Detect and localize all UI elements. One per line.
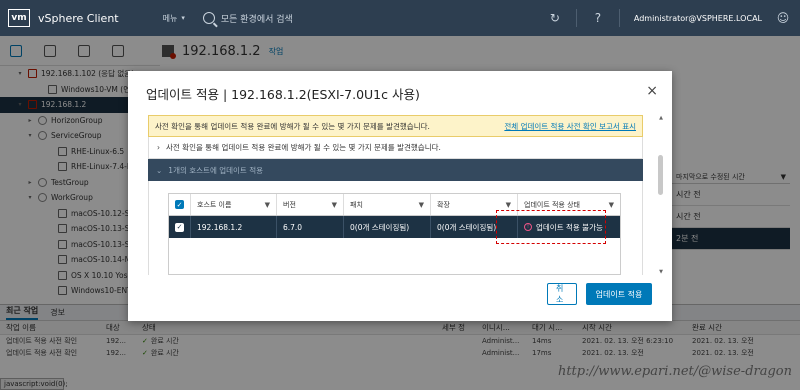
section-label: 1개의 호스트에 업데이트 적용 [168, 165, 264, 175]
patch-cell: 0(0개 스테이징됨) [344, 216, 431, 238]
chevron-down-icon: ⌄ [156, 165, 163, 175]
remediate-dialog: 업데이트 적용 | 192.168.1.2(ESXI-7.0U1c 사용) × … [128, 71, 672, 321]
precheck-issues-section[interactable]: › 사전 확인을 통해 업데이트 적용 완료에 방해가 될 수 있는 몇 가지 … [148, 137, 643, 159]
search-icon [202, 12, 215, 24]
vmware-logo: vm [8, 9, 30, 27]
column-header[interactable]: 패치 ▼ [344, 194, 431, 215]
scrollbar[interactable]: ▲ ▼ [657, 115, 665, 275]
divider [618, 9, 620, 27]
menu-button[interactable]: 메뉴 [163, 13, 178, 24]
app-title: vSphere Client [38, 11, 119, 25]
dialog-title: 업데이트 적용 | 192.168.1.2(ESXI-7.0U1c 사용) [146, 87, 420, 102]
filter-icon[interactable]: ▼ [265, 201, 270, 209]
search-placeholder: 모든 환경에서 검색 [220, 14, 293, 25]
version-cell: 6.7.0 [277, 216, 344, 238]
divider [575, 9, 577, 27]
hosts-section[interactable]: ⌄ 1개의 호스트에 업데이트 적용 [148, 159, 643, 181]
top-bar: vm vSphere Client 메뉴 ▾ 모든 환경에서 검색 ↻ ? Ad… [0, 0, 800, 36]
user-icon[interactable]: ☺ [776, 11, 790, 25]
close-icon[interactable]: × [646, 83, 658, 99]
help-icon[interactable]: ? [591, 11, 605, 25]
remediate-button[interactable]: 업데이트 적용 [586, 283, 652, 305]
filter-icon[interactable]: ▼ [332, 201, 337, 209]
select-all-checkbox[interactable]: ✓ [169, 194, 191, 215]
column-header[interactable]: 호스트 이름 ▼ [191, 194, 277, 215]
row-checkbox[interactable]: ✓ [169, 216, 191, 238]
dialog-footer: 취소 업데이트 적용 [547, 283, 652, 305]
global-search[interactable]: 모든 환경에서 검색 [202, 12, 293, 25]
user-menu[interactable]: Administrator@VSPHERE.LOCAL [634, 14, 762, 23]
refresh-icon[interactable]: ↻ [548, 11, 562, 25]
cancel-button[interactable]: 취소 [547, 283, 577, 305]
filter-icon[interactable]: ▼ [506, 201, 511, 209]
warning-text: 사전 확인을 통해 업데이트 적용 완료에 방해가 될 수 있는 몇 가지 문제… [155, 121, 430, 131]
chevron-right-icon: › [157, 143, 160, 152]
precheck-report-link[interactable]: 전체 업데이트 적용 사전 확인 보고서 표시 [504, 121, 636, 132]
scroll-thumb[interactable] [658, 155, 663, 195]
chevron-down-icon: ▾ [181, 14, 185, 22]
filter-icon[interactable]: ▼ [419, 201, 424, 209]
highlight-annotation [496, 210, 606, 244]
precheck-warning-banner: 사전 확인을 통해 업데이트 적용 완료에 방해가 될 수 있는 몇 가지 문제… [148, 115, 643, 137]
dialog-body: 사전 확인을 통해 업데이트 적용 완료에 방해가 될 수 있는 몇 가지 문제… [148, 115, 669, 275]
host-name-cell: 192.168.1.2 [191, 216, 277, 238]
filter-icon[interactable]: ▼ [609, 201, 614, 209]
scroll-down-icon[interactable]: ▼ [657, 269, 665, 275]
column-header[interactable]: 버전 ▼ [277, 194, 344, 215]
scroll-up-icon[interactable]: ▲ [657, 115, 665, 121]
section-label: 사전 확인을 통해 업데이트 적용 완료에 방해가 될 수 있는 몇 가지 문제… [166, 143, 441, 152]
watermark: http://www.epari.net/@wise-dragon [557, 364, 792, 379]
